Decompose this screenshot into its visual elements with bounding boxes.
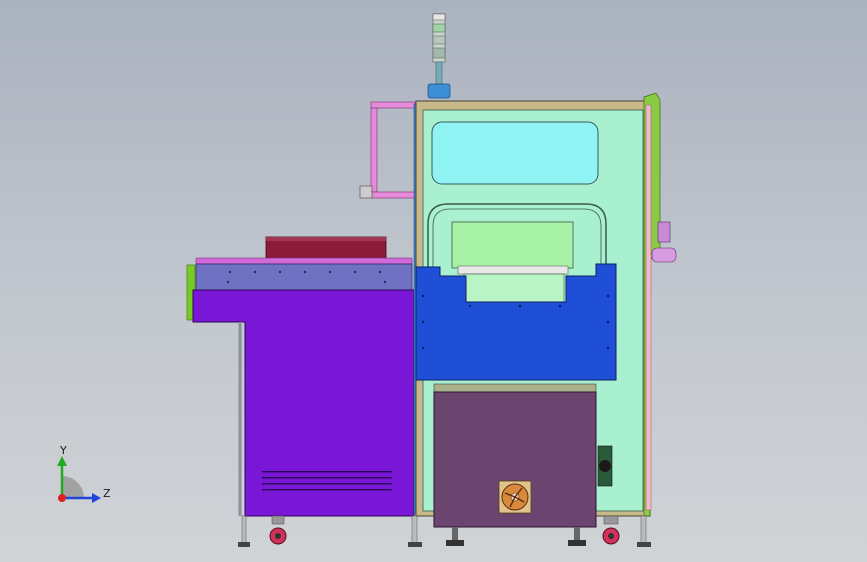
axis-z-label: Z [103,487,111,500]
axis-triad: Y Z [57,444,111,503]
signal-tower [427,13,451,99]
axis-y-label: Y [59,444,67,457]
lower-cabinet [433,383,613,546]
top-window [431,121,599,185]
cad-viewport[interactable]: Y Z [0,0,867,562]
cooling-fan-icon [498,480,532,514]
axis-origin [58,494,66,502]
conveyor-module [186,236,415,547]
